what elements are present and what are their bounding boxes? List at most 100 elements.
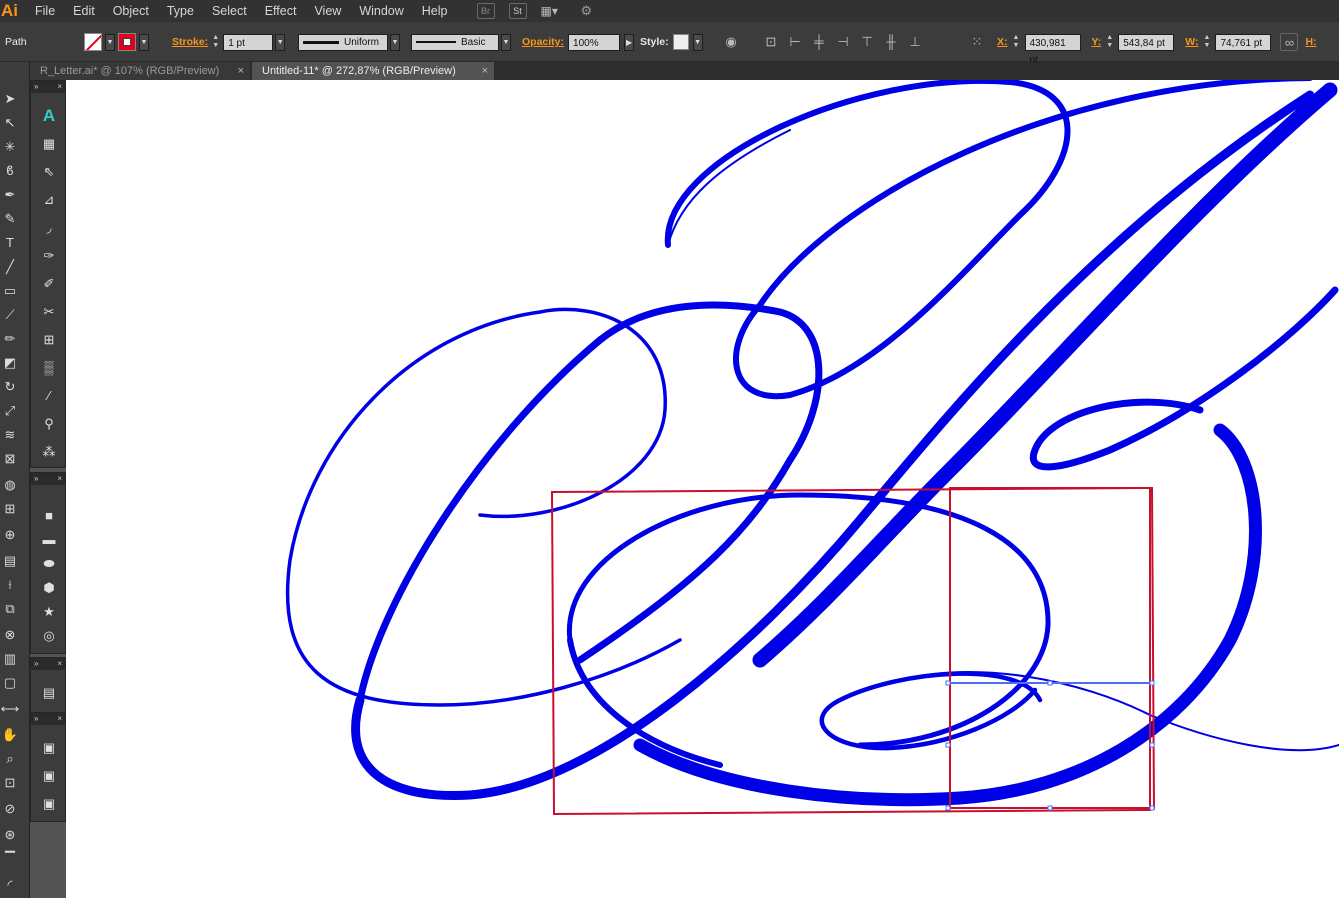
align-bottom-icon[interactable]: ⊥ [906, 33, 924, 51]
shape-builder-tool-icon[interactable]: ◍ [0, 474, 20, 496]
close-icon[interactable]: × [482, 62, 488, 80]
close-icon[interactable]: × [57, 81, 62, 93]
reference-point-icon[interactable]: ⁙ [968, 33, 986, 51]
stroke-swatch[interactable] [118, 33, 136, 51]
fill-swatch[interactable] [84, 33, 102, 51]
menu-effect[interactable]: Effect [256, 0, 306, 22]
type-tool-icon[interactable]: T [0, 232, 20, 254]
document-icon[interactable]: ▣ [37, 765, 61, 787]
blend-tool-icon[interactable]: ⧉ [0, 598, 20, 620]
panel-header[interactable]: » × [31, 713, 65, 725]
recolor-artwork-icon[interactable]: ◉ [722, 33, 740, 51]
align-vertical-center-icon[interactable]: ╫ [882, 33, 900, 51]
align-to-selection-icon[interactable]: ⊡ [762, 33, 780, 51]
bridge-button[interactable]: Br [476, 3, 495, 19]
free-transform-tool-icon[interactable]: ⊠ [0, 448, 20, 470]
magic-wand-tool-icon[interactable]: ✳ [0, 136, 20, 158]
rectangle-shape-icon[interactable]: ■ [37, 505, 61, 527]
ruler-tool-icon[interactable]: ▔ [0, 848, 20, 870]
mesh-grid-tool-icon[interactable]: ▦ [37, 133, 61, 155]
warp-tool-icon[interactable]: ⊛ [0, 824, 20, 846]
pen-plus-tool-icon[interactable]: ✑ [37, 245, 61, 267]
panel-header[interactable]: » × [31, 658, 65, 670]
opacity-label[interactable]: Opacity: [522, 36, 564, 48]
hand-tool-icon[interactable]: ✋ [0, 724, 20, 746]
fill-dropdown-icon[interactable]: ▼ [105, 33, 115, 51]
line-segment-tool-icon[interactable]: ╱ [0, 256, 20, 278]
collapse-icon[interactable]: » [34, 473, 38, 485]
close-icon[interactable]: × [57, 713, 62, 725]
pencil-plus-tool-icon[interactable]: ✐ [37, 273, 61, 295]
stroke-weight-field[interactable]: 1 pt [223, 33, 274, 51]
collapse-icon[interactable]: » [34, 81, 38, 93]
artboard-canvas[interactable] [66, 80, 1339, 898]
brush-dropdown-icon[interactable]: ▼ [501, 33, 511, 51]
x-label[interactable]: X: [997, 36, 1008, 48]
scale-tool-icon[interactable]: ⤢ [0, 400, 20, 422]
opacity-arrow-icon[interactable]: ▶ [624, 33, 635, 51]
shape-tool-icon[interactable]: ⊞ [37, 329, 61, 351]
style-dropdown-icon[interactable]: ▼ [692, 33, 703, 51]
direct-select-tool-icon[interactable]: ⇖ [37, 161, 61, 183]
gpu-performance-icon[interactable]: ⚙ [581, 3, 601, 19]
graphic-style-swatch[interactable] [672, 34, 689, 50]
w-label[interactable]: W: [1185, 36, 1198, 48]
selection-tool-icon[interactable]: ➤ [0, 88, 20, 110]
menu-window[interactable]: Window [350, 0, 412, 22]
panel-header[interactable]: » × [31, 473, 65, 485]
slice-tool-icon[interactable]: ⟷ [0, 698, 20, 720]
w-field[interactable]: 74,761 pt [1215, 33, 1272, 51]
menu-type[interactable]: Type [158, 0, 203, 22]
brush-edit-tool-icon[interactable]: ⁄ [37, 385, 61, 407]
menu-select[interactable]: Select [203, 0, 256, 22]
spray-tool-icon[interactable]: ⚲ [37, 413, 61, 435]
curvature-tool-icon[interactable]: ✎ [0, 208, 20, 230]
rectangle-tool-icon[interactable]: ▭ [0, 280, 20, 302]
stock-button[interactable]: St [508, 3, 527, 19]
smart-point-tool-icon[interactable]: ⊿ [37, 189, 61, 211]
collapse-icon[interactable]: » [34, 658, 38, 670]
layer-panel-icon[interactable]: ▤ [37, 682, 61, 704]
eraser-tool-icon[interactable]: ◩ [0, 352, 20, 374]
align-left-icon[interactable]: ⊢ [786, 33, 804, 51]
stroke-weight-dropdown-icon[interactable]: ▼ [275, 33, 286, 51]
stroke-dropdown-icon[interactable]: ▼ [139, 33, 149, 51]
menu-help[interactable]: Help [413, 0, 457, 22]
width-tool-icon[interactable]: ≋ [0, 424, 20, 446]
pen-tool-icon[interactable]: ✒ [0, 184, 20, 206]
lasso-tool-icon[interactable]: ϐ [0, 160, 20, 182]
direct-selection-tool-icon[interactable]: ↖ [0, 112, 20, 134]
align-horizontal-center-icon[interactable]: ╪ [810, 33, 828, 51]
perspective-grid-tool-icon[interactable]: ⊞ [0, 498, 20, 520]
close-icon[interactable]: × [57, 473, 62, 485]
document-icon[interactable]: ▣ [37, 793, 61, 815]
paintbrush-tool-icon[interactable]: ⟋ [0, 304, 20, 326]
workspace-switcher-icon[interactable]: ▦▾ [541, 3, 567, 19]
astute-tool-icon[interactable]: A [37, 105, 61, 127]
rounded-rectangle-shape-icon[interactable]: ▬ [37, 529, 61, 551]
menu-view[interactable]: View [305, 0, 350, 22]
halftone-tool-icon[interactable]: ▒ [37, 357, 61, 379]
stroke-weight-stepper[interactable]: ▲ ▼ [210, 34, 221, 51]
zoom-tool-icon[interactable]: ⌕ [0, 748, 20, 770]
pencil-tool-icon[interactable]: ✏ [0, 328, 20, 350]
knife-tool-icon[interactable]: ⊘ [0, 798, 20, 820]
h-label[interactable]: H: [1305, 36, 1316, 48]
gradient-tool-icon[interactable]: ▤ [0, 550, 20, 572]
mesh-tool-icon[interactable]: ⊕ [0, 524, 20, 546]
letter-b-artwork[interactable] [66, 80, 1339, 898]
menu-object[interactable]: Object [104, 0, 158, 22]
eyedropper-tool-icon[interactable]: ⟊ [0, 574, 20, 596]
variable-width-profile-select[interactable]: Uniform [298, 33, 388, 51]
profile-dropdown-icon[interactable]: ▼ [390, 33, 400, 51]
polygon-shape-icon[interactable]: ⬢ [37, 577, 61, 599]
panel-header[interactable]: » × [31, 81, 65, 93]
close-icon[interactable]: × [238, 62, 244, 80]
align-right-icon[interactable]: ⊣ [834, 33, 852, 51]
menu-edit[interactable]: Edit [64, 0, 104, 22]
ellipse-shape-icon[interactable]: ⬬ [37, 553, 61, 575]
document-icon[interactable]: ▣ [37, 737, 61, 759]
stroke-label[interactable]: Stroke: [172, 36, 208, 48]
x-field[interactable]: 430,981 pt [1024, 33, 1081, 66]
arc-tool-icon[interactable]: ◞ [37, 217, 61, 239]
